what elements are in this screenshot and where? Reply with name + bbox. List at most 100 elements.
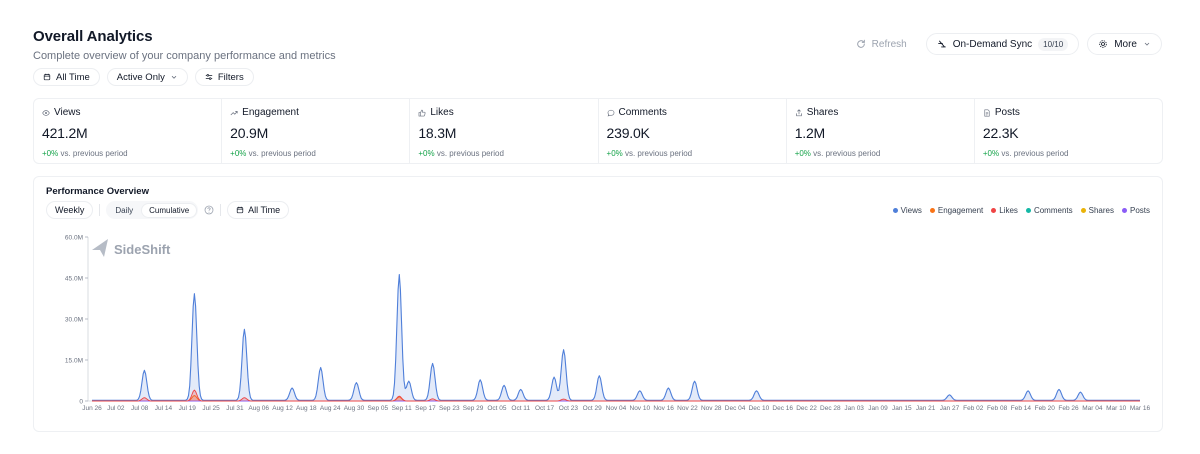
legend-label: Likes	[999, 206, 1018, 215]
divider	[220, 204, 222, 216]
stat-card-likes: Likes 18.3M +0% vs. previous period	[410, 99, 599, 163]
x-tick-label: Jan 15	[892, 405, 912, 412]
period-selector[interactable]: Weekly	[46, 201, 94, 219]
stat-label: Likes	[430, 107, 454, 118]
stat-change-text: vs. previous period	[624, 149, 693, 158]
x-tick-label: Jul 25	[202, 405, 220, 412]
stat-label: Posts	[994, 107, 1020, 118]
chart-legend: Views Engagement Likes Comments Shares P…	[892, 206, 1150, 215]
legend-dot	[1025, 208, 1031, 213]
stat-card-views: Views 421.2M +0% vs. previous period	[34, 99, 223, 163]
eye-icon	[42, 109, 50, 116]
x-tick-label: Aug 12	[272, 405, 293, 412]
filters-button[interactable]: Filters	[194, 68, 254, 86]
x-tick-label: Jul 08	[131, 405, 149, 412]
x-tick-label: Jul 02	[107, 405, 125, 412]
sliders-icon	[205, 74, 213, 80]
stat-change-percent: +0%	[606, 149, 623, 158]
legend-dot	[892, 208, 898, 213]
mode-cumulative-option[interactable]: Cumulative	[142, 203, 197, 217]
mode-daily-option[interactable]: Daily	[108, 204, 140, 217]
y-tick-label: 30.0M	[65, 316, 83, 323]
performance-overview-card: SideShift 0 15.0M 30.0M 45.0M 60.0M Jun 26 Jul …	[33, 176, 1163, 432]
x-tick-label: Dec 22	[796, 405, 817, 412]
stat-value: 1.2M	[794, 125, 826, 141]
stat-value: 421.2M	[42, 125, 88, 141]
x-tick-label: Sep 11	[392, 405, 413, 412]
x-tick-label: Aug 24	[320, 405, 341, 412]
x-tick-label: Dec 16	[772, 405, 793, 412]
mode-toggle: Daily Cumulative	[106, 201, 199, 219]
more-button[interactable]: More	[1087, 33, 1162, 55]
stat-card-posts: Posts 22.3K +0% vs. previous period	[975, 99, 1162, 163]
stat-value: 22.3K	[982, 125, 1019, 141]
time-range-filter[interactable]: All Time	[33, 68, 100, 86]
legend-item-likes[interactable]: Likes	[991, 206, 1018, 215]
y-tick-label: 15.0M	[65, 357, 83, 364]
x-tick-label: Dec 10	[749, 405, 770, 412]
chevron-down-icon	[171, 75, 177, 79]
x-tick-label: Dec 28	[820, 405, 841, 412]
stat-card-shares: Shares 1.2M +0% vs. previous period	[787, 99, 975, 163]
refresh-label: Refresh	[871, 38, 907, 50]
legend-item-posts[interactable]: Posts	[1121, 206, 1150, 215]
x-tick-label: Nov 22	[677, 405, 698, 412]
stat-change-text: vs. previous period	[60, 149, 128, 158]
sync-count-badge: 10/10	[1038, 37, 1069, 51]
on-demand-sync-button[interactable]: On-Demand Sync 10/10	[925, 33, 1080, 55]
stat-change-percent: +0%	[230, 149, 247, 158]
series-area-views	[92, 274, 1140, 401]
x-tick-label: Nov 04	[606, 405, 627, 412]
legend-item-engagement[interactable]: Engagement	[929, 206, 984, 215]
legend-dot	[991, 208, 997, 213]
page-header: Overall Analytics Complete overview of y…	[33, 28, 336, 62]
x-tick-label: Nov 10	[630, 405, 651, 412]
legend-label: Engagement	[937, 206, 984, 215]
x-tick-label: Jan 03	[844, 405, 864, 412]
legend-item-views[interactable]: Views	[892, 206, 922, 215]
x-tick-label: Mar 16	[1130, 405, 1151, 412]
x-tick-label: Jan 27	[940, 405, 960, 412]
chart-time-range-label: All Time	[248, 205, 281, 215]
stat-change-percent: +0%	[794, 149, 811, 158]
status-filter-label: Active Only	[116, 71, 165, 83]
x-tick-label: Oct 17	[535, 405, 555, 412]
x-tick-label: Dec 04	[725, 405, 746, 412]
calendar-icon	[43, 73, 51, 81]
filters-label: Filters	[217, 71, 244, 83]
x-tick-label: Aug 06	[248, 405, 269, 412]
watermark-logo-icon	[92, 239, 108, 257]
refresh-icon	[856, 39, 865, 48]
x-tick-label: Jan 21	[916, 405, 936, 412]
stat-value: 18.3M	[418, 125, 457, 141]
x-tick-label: Feb 20	[1035, 405, 1056, 412]
x-tick-label: Aug 30	[344, 405, 365, 412]
chevron-down-icon	[1144, 42, 1150, 46]
stat-label: Views	[54, 107, 81, 118]
series-line-views	[92, 274, 1140, 401]
gear-icon	[1099, 40, 1107, 48]
x-tick-label: Oct 05	[487, 405, 507, 412]
x-tick-label: Feb 26	[1058, 405, 1079, 412]
stat-value: 20.9M	[230, 125, 269, 141]
x-tick-label: Jun 26	[82, 405, 102, 412]
status-filter-dropdown[interactable]: Active Only	[106, 68, 188, 86]
legend-dot	[929, 208, 935, 213]
stat-label: Shares	[806, 107, 839, 118]
x-tick-label: Feb 02	[963, 405, 984, 412]
x-tick-label: Feb 14	[1011, 405, 1032, 412]
chart-time-range[interactable]: All Time	[227, 201, 290, 219]
stat-change-text: vs. previous period	[248, 149, 316, 158]
time-range-label: All Time	[56, 71, 90, 83]
page-title: Overall Analytics	[33, 28, 153, 45]
help-icon[interactable]	[204, 205, 214, 215]
legend-item-shares[interactable]: Shares	[1080, 206, 1114, 215]
stat-card-comments: Comments 239.0K +0% vs. previous period	[599, 99, 787, 163]
x-tick-label: Jul 19	[179, 405, 197, 412]
legend-label: Posts	[1129, 206, 1150, 215]
legend-item-comments[interactable]: Comments	[1025, 206, 1073, 215]
stats-summary: Views 421.2M +0% vs. previous period Eng…	[33, 98, 1163, 164]
performance-title: Performance Overview	[46, 186, 149, 197]
refresh-button[interactable]: Refresh	[844, 33, 918, 55]
stat-change-percent: +0%	[982, 149, 1000, 158]
